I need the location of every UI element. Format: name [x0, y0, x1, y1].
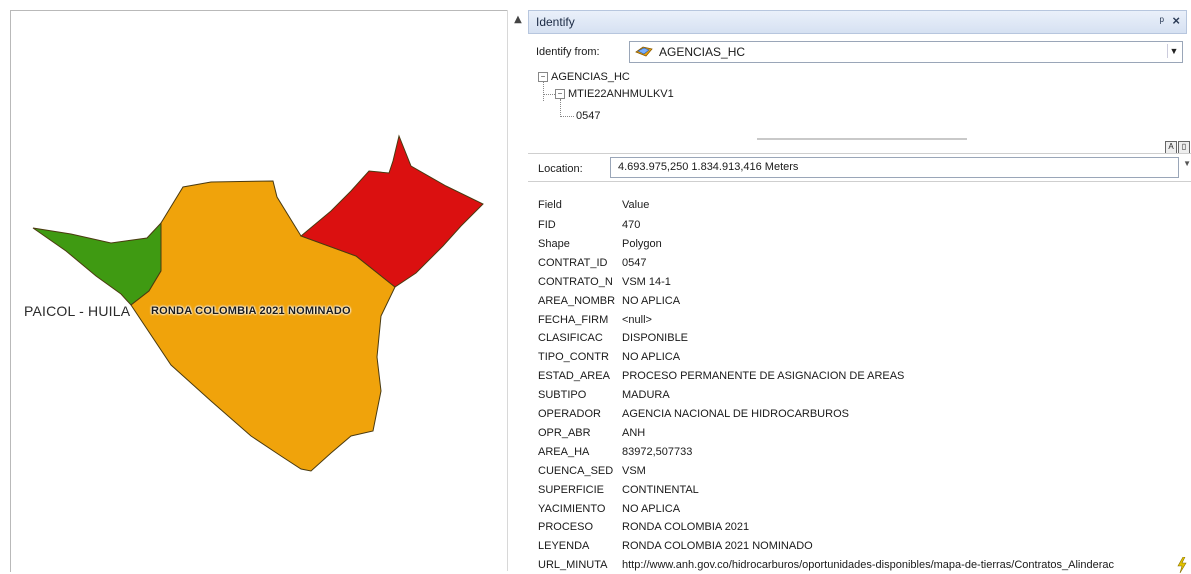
field-name: OPERADOR	[538, 408, 601, 420]
identify-from-label: Identify from:	[536, 46, 600, 58]
attribute-grid: Field Value FID 470 Shape Polygon CONTRAT_ID…	[528, 181, 1191, 574]
field-value: 83972,507733	[622, 445, 693, 458]
field-name: LEYENDA	[538, 540, 590, 553]
identify-window: Identify ᵖ × Identify from: AGENCIAS_HC …	[528, 10, 1191, 574]
field-name: TIPO_CONTR	[538, 351, 609, 364]
field-value: DISPONIBLE	[622, 332, 689, 345]
collapse-icon[interactable]: −	[555, 89, 565, 100]
map-label-paicol: PAICOL - HUILA	[24, 303, 131, 319]
tree-item-child[interactable]: − MTIE22ANHMULKV1	[555, 87, 674, 101]
column-header-value: Value	[622, 199, 650, 211]
field-value: RONDA COLOMBIA 2021	[622, 521, 750, 534]
green-polygon-area[interactable]	[32, 221, 162, 306]
field-name: PROCESO	[538, 521, 594, 534]
field-name: YACIMIENTO	[538, 502, 606, 515]
map-canvas[interactable]	[11, 11, 508, 572]
field-value: MADURA	[622, 389, 670, 402]
map-label-ronda: RONDA COLOMBIA 2021 NOMINADO	[151, 305, 351, 317]
pin-icon[interactable]: ᵖ	[1159, 14, 1164, 28]
location-field[interactable]: 4.693.975,250 1.834.913,416 Meters	[610, 157, 1179, 178]
tree-connector	[543, 94, 555, 95]
tree-item-leaf[interactable]: 0547	[576, 109, 600, 123]
column-header-field: Field	[538, 199, 562, 211]
tree-connector	[560, 99, 561, 117]
field-value: NO APLICA	[622, 502, 681, 515]
field-name: SUBTIPO	[538, 389, 587, 402]
field-value: PROCESO PERMANENTE DE ASIGNACION DE AREA…	[622, 370, 905, 383]
location-value: 4.693.975,250 1.834.913,416 Meters	[618, 161, 799, 173]
field-name: AREA_HA	[538, 445, 590, 458]
window-title: Identify	[536, 15, 575, 29]
tree-item-root[interactable]: − AGENCIAS_HC	[538, 70, 630, 84]
tree-connector	[560, 116, 574, 117]
field-name: URL_MINUTA	[538, 559, 608, 572]
field-name: CUENCA_SED	[538, 464, 614, 477]
map-view[interactable]: PAICOL - HUILA RONDA COLOMBIA 2021 NOMIN…	[10, 10, 508, 572]
field-name: FID	[538, 219, 556, 231]
location-menu-icon[interactable]: ▼	[1183, 159, 1191, 168]
field-value: RONDA COLOMBIA 2021 NOMINADO	[622, 540, 813, 553]
field-name: ESTAD_AREA	[538, 370, 610, 383]
location-label: Location:	[538, 163, 583, 175]
field-value: Polygon	[622, 237, 662, 250]
layer-icon	[635, 46, 653, 57]
field-value: 470	[622, 219, 641, 231]
field-value: ANH	[622, 426, 646, 439]
field-name: FECHA_FIRM	[538, 313, 609, 326]
splitter[interactable]	[757, 138, 967, 140]
field-value: AGENCIA NACIONAL DE HIDROCARBUROS	[622, 408, 849, 420]
field-value: NO APLICA	[622, 351, 681, 364]
divider	[528, 153, 1191, 154]
field-value: VSM 14-1	[622, 275, 671, 288]
identify-from-value: AGENCIAS_HC	[659, 45, 746, 59]
field-value: NO APLICA	[622, 294, 681, 307]
field-value: 0547	[622, 256, 647, 269]
field-value: <null>	[622, 313, 652, 326]
field-value: http://www.anh.gov.co/hidrocarburos/opor…	[622, 559, 1115, 572]
field-value: CONTINENTAL	[622, 483, 699, 496]
field-name: CONTRATO_N	[538, 275, 613, 288]
collapse-icon[interactable]: −	[538, 72, 548, 83]
field-name: CLASIFICAC	[538, 332, 603, 345]
field-name: OPR_ABR	[538, 426, 591, 439]
field-name: AREA_NOMBR	[538, 294, 616, 307]
tree-connector	[543, 82, 544, 101]
scroll-up-arrow-icon[interactable]: ▲	[511, 14, 525, 26]
identify-titlebar[interactable]: Identify ᵖ ×	[528, 10, 1187, 34]
chevron-down-icon[interactable]: ▼	[1167, 44, 1180, 58]
field-name: SUPERFICIE	[538, 483, 605, 496]
field-name: CONTRAT_ID	[538, 256, 608, 269]
field-value: VSM	[622, 464, 646, 477]
map-scrollbar[interactable]: ▲	[507, 10, 529, 571]
field-name: Shape	[538, 237, 570, 250]
identify-from-dropdown[interactable]: AGENCIAS_HC ▼	[629, 41, 1183, 63]
close-icon[interactable]: ×	[1172, 13, 1180, 28]
